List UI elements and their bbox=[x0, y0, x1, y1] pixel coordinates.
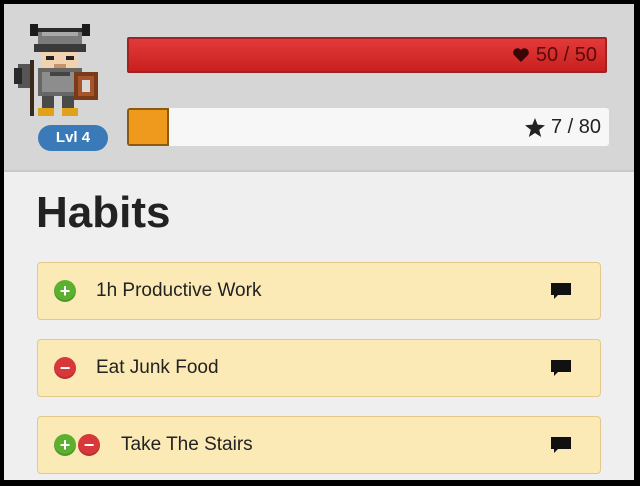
experience-readout: 7 / 80 bbox=[524, 108, 601, 146]
plus-button[interactable]: + bbox=[54, 280, 76, 302]
level-badge: Lvl 4 bbox=[38, 125, 108, 151]
page-title: Habits bbox=[36, 188, 171, 237]
habit-item[interactable]: + 1h Productive Work bbox=[37, 262, 601, 320]
habit-buttons: + bbox=[54, 263, 76, 319]
comment-icon[interactable] bbox=[550, 282, 572, 300]
habit-label: Eat Junk Food bbox=[96, 357, 219, 378]
experience-bar: 7 / 80 bbox=[127, 108, 609, 146]
habit-item[interactable]: + − Take The Stairs bbox=[37, 416, 601, 474]
habit-buttons: + − bbox=[54, 417, 100, 473]
health-bar: 50 / 50 bbox=[127, 37, 607, 73]
plus-button[interactable]: + bbox=[54, 434, 76, 456]
experience-bar-fill bbox=[127, 108, 170, 146]
avatar[interactable] bbox=[10, 20, 110, 124]
minus-button[interactable]: − bbox=[78, 434, 100, 456]
star-icon bbox=[524, 117, 545, 137]
app-frame: Lvl 4 50 / 50 7 / 80 Habits + 1h Product… bbox=[4, 4, 634, 480]
habit-label: 1h Productive Work bbox=[96, 280, 262, 301]
comment-icon[interactable] bbox=[550, 436, 572, 454]
experience-value: 7 / 80 bbox=[550, 116, 601, 138]
health-readout: 50 / 50 bbox=[512, 39, 597, 71]
stats-header: Lvl 4 50 / 50 7 / 80 bbox=[4, 4, 634, 172]
minus-button[interactable]: − bbox=[54, 357, 76, 379]
comment-icon[interactable] bbox=[550, 359, 572, 377]
habit-label: Take The Stairs bbox=[121, 434, 253, 455]
habit-buttons: − bbox=[54, 340, 76, 396]
habit-item[interactable]: − Eat Junk Food bbox=[37, 339, 601, 397]
heart-icon bbox=[513, 48, 529, 62]
health-value: 50 / 50 bbox=[535, 44, 597, 66]
